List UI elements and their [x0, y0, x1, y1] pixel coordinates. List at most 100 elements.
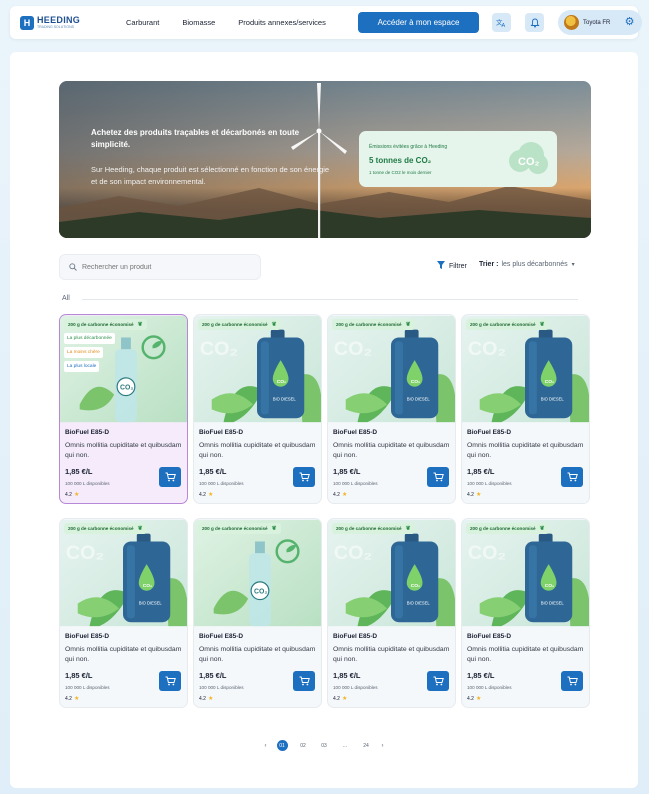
leaf-icon: ❦: [405, 526, 411, 532]
product-stock: 100 000 L disponibles: [65, 481, 110, 486]
emission-subtitle: 1 tonne de CO2 le mois dernier: [369, 170, 432, 175]
user-menu[interactable]: Toyota FR ⚙: [558, 10, 642, 35]
add-to-cart-button[interactable]: [561, 671, 583, 691]
filter-button[interactable]: Filtrer: [437, 261, 467, 271]
svg-text:CO₂: CO₂: [254, 589, 267, 596]
product-name: BioFuel E85-D: [467, 429, 512, 436]
tab-all[interactable]: All: [62, 295, 70, 302]
product-description: Omnis mollitia cupiditate et quibusdam q…: [199, 442, 316, 459]
search-icon: [69, 263, 77, 271]
cart-icon: [567, 676, 578, 686]
page-button[interactable]: 01: [276, 740, 288, 751]
nav-item-produits-annexes[interactable]: Produits annexes/services: [238, 18, 326, 27]
carbon-savings-text: 200 g de carbonne économisé: [68, 526, 134, 531]
carbon-savings-badge: 200 g de carbonne économisé ❦: [198, 523, 281, 534]
product-rating: 4.2 ★: [467, 695, 481, 703]
search-input[interactable]: [82, 263, 252, 271]
product-stock: 100 000 L disponibles: [333, 685, 378, 690]
filter-label: Filtrer: [449, 262, 467, 270]
bell-icon[interactable]: [525, 13, 544, 32]
product-name: BioFuel E85-D: [199, 633, 244, 640]
svg-text:CO₂: CO₂: [66, 542, 104, 564]
prev-page-icon[interactable]: ‹: [265, 743, 267, 749]
product-price: 1,85 €/L: [65, 467, 93, 476]
add-to-cart-button[interactable]: [427, 671, 449, 691]
product-image-canister: CO₂ CO₂ BIO DIESEL: [462, 519, 589, 627]
product-description: Omnis mollitia cupiditate et quibusdam q…: [333, 442, 450, 459]
hero-title: Achetez des produits traçables et décarb…: [91, 128, 300, 149]
product-price: 1,85 €/L: [199, 467, 227, 476]
svg-text:CO₂: CO₂: [334, 338, 372, 360]
carbon-savings-text: 200 g de carbonne économisé: [470, 322, 536, 327]
svg-text:BIO DIESEL: BIO DIESEL: [407, 397, 431, 402]
translate-icon[interactable]: 文A: [492, 13, 511, 32]
product-card[interactable]: CO₂ CO₂ BIO DIESEL 200 g de carbonne éco…: [327, 518, 456, 708]
nav-item-biomasse[interactable]: Biomasse: [182, 18, 215, 27]
leaf-icon: ❦: [405, 322, 411, 328]
next-page-icon[interactable]: ›: [382, 743, 384, 749]
product-price: 1,85 €/L: [467, 671, 495, 680]
cart-icon: [299, 472, 310, 482]
add-to-cart-button[interactable]: [427, 467, 449, 487]
logo-mark-icon: H: [20, 15, 34, 30]
pagination: ‹ 01 02 03... 24 ›: [10, 740, 638, 751]
page-button[interactable]: 02: [298, 740, 309, 751]
cart-icon: [299, 676, 310, 686]
product-stock: 100 000 L disponibles: [333, 481, 378, 486]
product-card[interactable]: CO₂ CO₂ BIO DIESEL 200 g de carbonne éco…: [461, 518, 590, 708]
product-tag: La plus locale: [64, 361, 100, 372]
cart-icon: [433, 472, 444, 482]
divider: [82, 299, 578, 300]
product-rating: 4.2 ★: [333, 695, 347, 703]
page-button[interactable]: 24: [361, 740, 372, 751]
add-to-cart-button[interactable]: [561, 467, 583, 487]
product-image: CO₂ CO₂ BIO DIESEL 200 g de carbonne éco…: [462, 315, 589, 423]
product-rating: 4.2 ★: [65, 491, 80, 499]
product-image: CO₂ CO₂ BIO DIESEL 200 g de carbonne éco…: [462, 519, 589, 627]
cart-icon: [567, 472, 578, 482]
carbon-savings-badge: 200 g de carbonne économisé ❦: [64, 319, 147, 330]
product-image: CO₂ CO₂ BIO DIESEL 200 g de carbonne éco…: [328, 315, 455, 423]
product-card[interactable]: CO₂ CO₂ BIO DIESEL 200 g de carbonne éco…: [461, 314, 590, 504]
add-to-cart-button[interactable]: [159, 671, 181, 691]
star-icon: ★: [73, 492, 80, 498]
product-image-bottle: CO₂: [194, 519, 321, 627]
product-card[interactable]: CO₂ CO₂ BIO DIESEL 200 g de carbonne éco…: [59, 518, 188, 708]
rating-value: 4.2: [65, 695, 72, 702]
logo[interactable]: H HEEDING TRADING SOLUTIONS: [20, 15, 94, 30]
rating-value: 4.2: [333, 695, 340, 702]
product-price: 1,85 €/L: [199, 671, 227, 680]
page-button[interactable]: 03: [319, 740, 330, 751]
product-rating: 4.2 ★: [199, 491, 213, 499]
leaf-icon: ❦: [137, 526, 143, 532]
carbon-savings-text: 200 g de carbonne économisé: [68, 322, 134, 327]
search-box: [59, 254, 261, 280]
product-image: CO₂ CO₂ BIO DIESEL 200 g de carbonne éco…: [194, 315, 321, 423]
nav-item-carburant[interactable]: Carburant: [126, 18, 159, 27]
add-to-cart-button[interactable]: [293, 467, 315, 487]
product-card[interactable]: CO₂ 200 g de carbonne économisé ❦ La plu…: [59, 314, 188, 504]
product-rating: 4.2 ★: [467, 491, 481, 499]
svg-text:BIO DIESEL: BIO DIESEL: [541, 397, 565, 402]
gear-icon[interactable]: ⚙: [623, 16, 636, 29]
carbon-savings-badge: 200 g de carbonne économisé ❦: [64, 523, 147, 534]
top-header: H HEEDING TRADING SOLUTIONS Carburant Bi…: [10, 6, 642, 39]
svg-text:CO₂: CO₂: [143, 583, 153, 589]
leaf-icon: ❦: [271, 322, 277, 328]
emission-label: Émissions évitées grâce à Heeding: [369, 144, 448, 150]
leaf-icon: ❦: [539, 322, 545, 328]
carbon-savings-text: 200 g de carbonne économisé: [202, 526, 268, 531]
add-to-cart-button[interactable]: [293, 671, 315, 691]
product-card[interactable]: CO₂ CO₂ BIO DIESEL 200 g de carbonne éco…: [327, 314, 456, 504]
access-space-button[interactable]: Accéder à mon espace: [358, 12, 479, 33]
product-name: BioFuel E85-D: [65, 633, 110, 640]
carbon-savings-text: 200 g de carbonne économisé: [470, 526, 536, 531]
rating-value: 4.2: [199, 491, 206, 498]
product-card[interactable]: CO₂ CO₂ BIO DIESEL 200 g de carbonne éco…: [193, 314, 322, 504]
pagination-ellipsis: ...: [342, 742, 348, 749]
sort-label: Trier :: [479, 261, 499, 268]
product-image-canister: CO₂ CO₂ BIO DIESEL: [462, 315, 589, 423]
add-to-cart-button[interactable]: [159, 467, 181, 487]
product-card[interactable]: CO₂ 200 g de carbonne économisé ❦ BioFue…: [193, 518, 322, 708]
sort-dropdown[interactable]: Trier : les plus décarbonnés ▾: [479, 261, 575, 268]
